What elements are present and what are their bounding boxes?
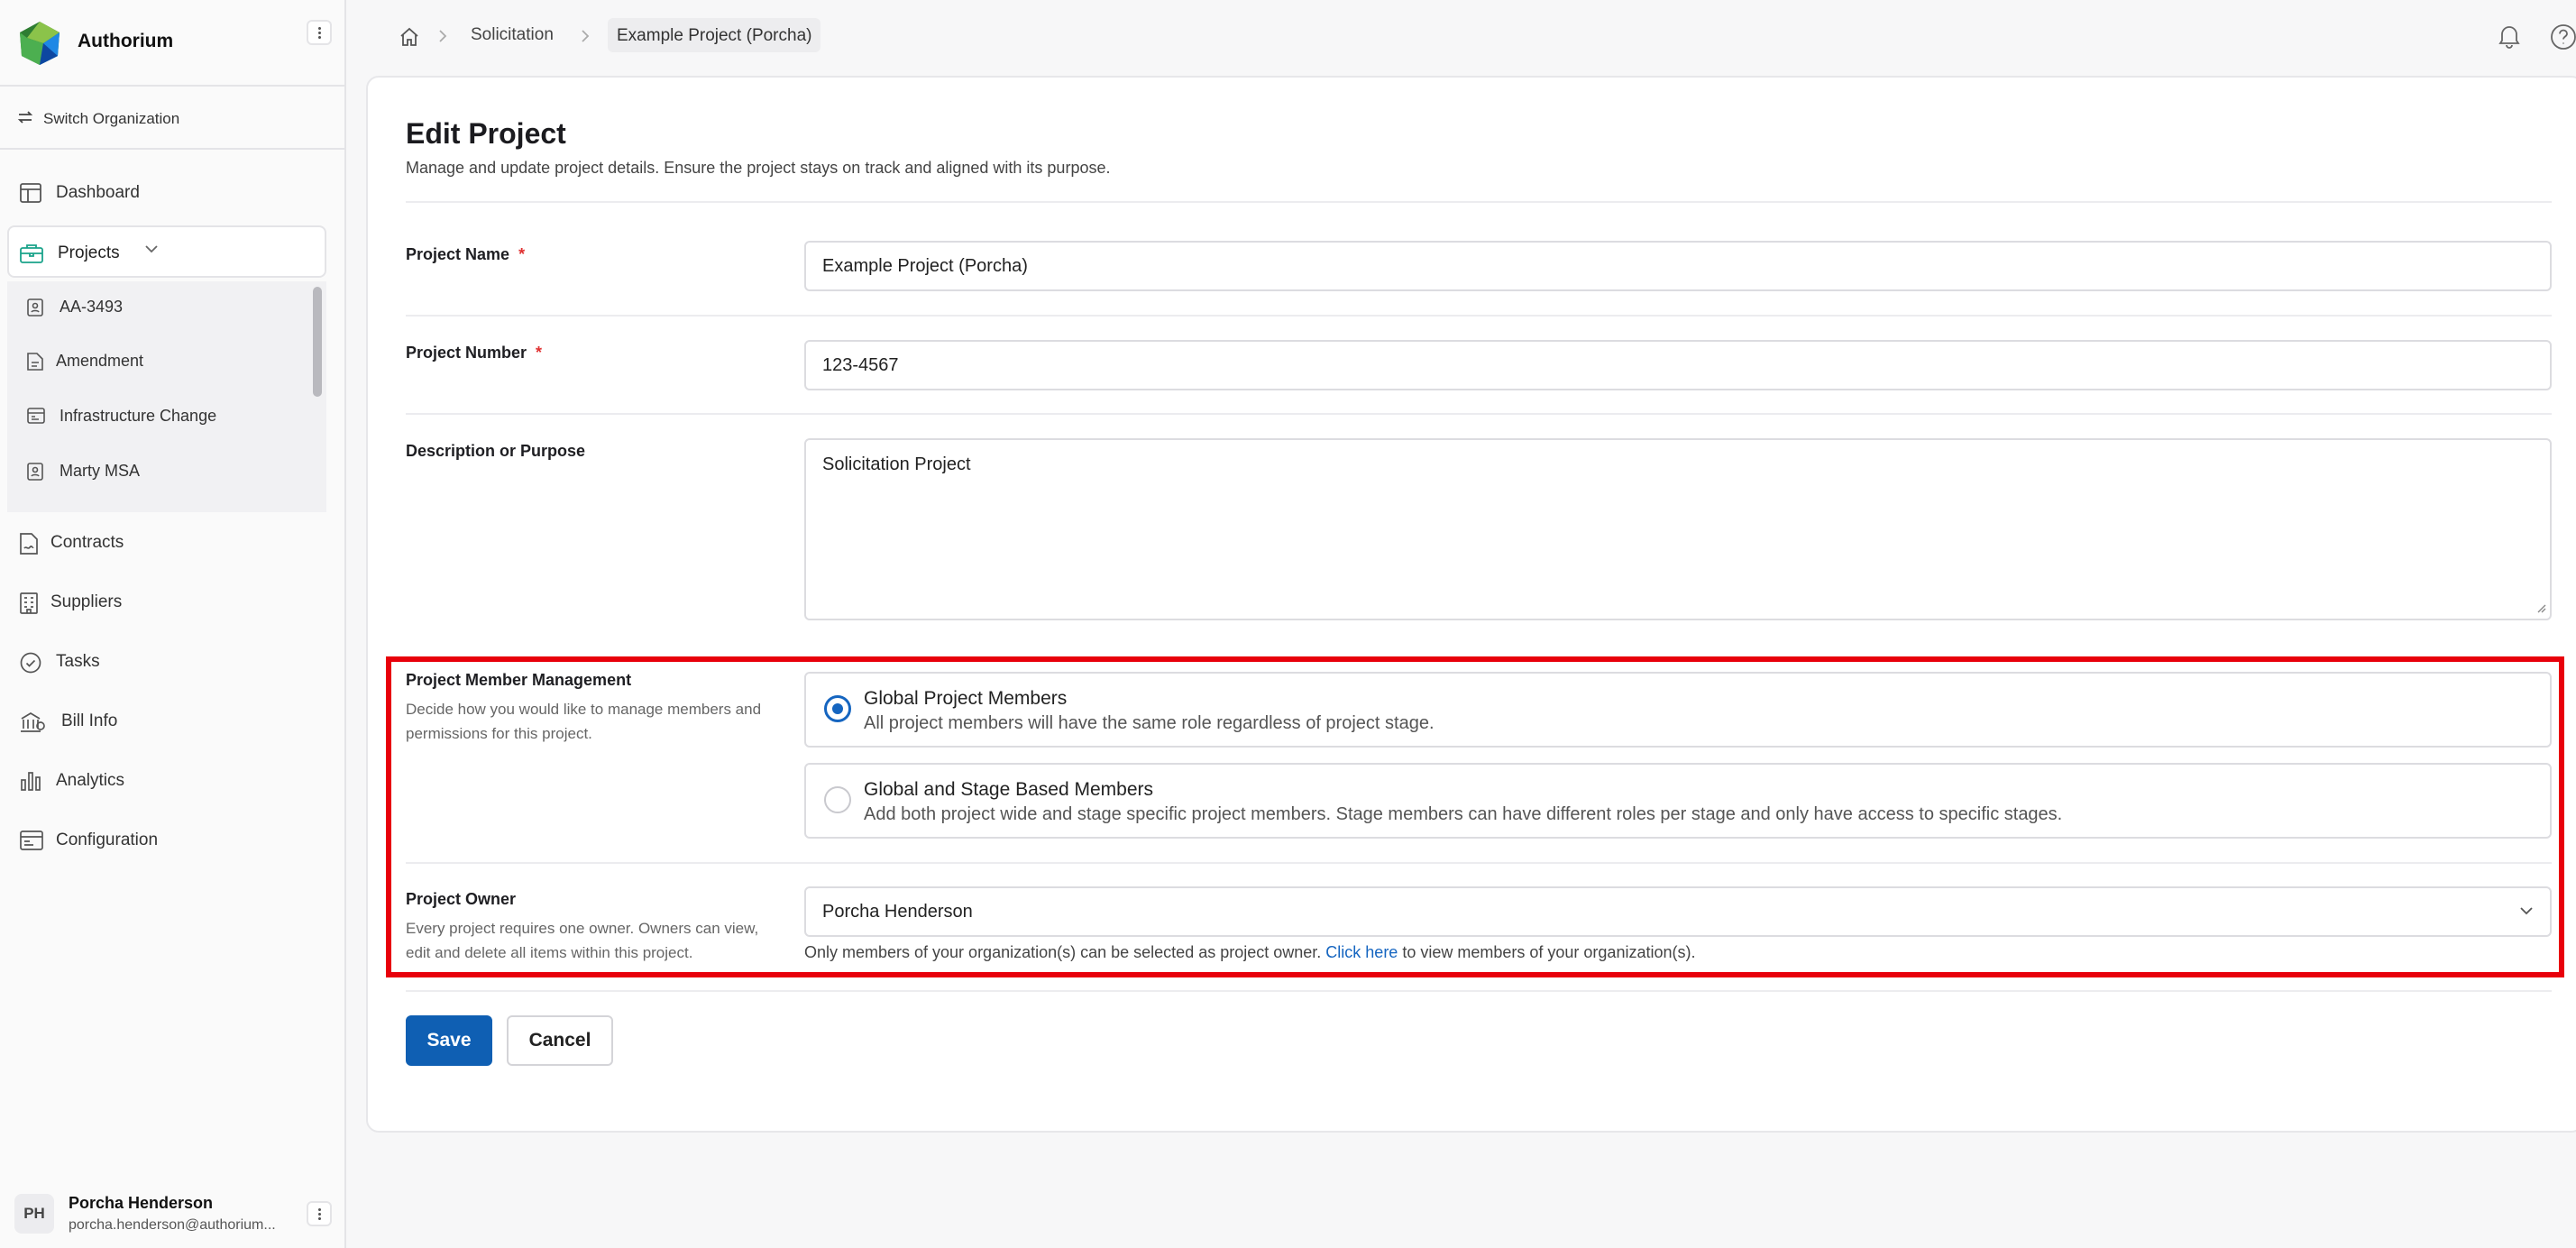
description-textarea[interactable] (804, 438, 2552, 620)
kebab-icon (317, 1207, 321, 1220)
breadcrumb-solicitation[interactable]: Solicitation (471, 25, 554, 45)
view-members-link[interactable]: Click here (1325, 943, 1398, 961)
app-name: Authorium (78, 31, 174, 51)
avatar: PH (14, 1194, 54, 1234)
user-email: porcha.henderson@authorium... (69, 1217, 276, 1233)
sidebar-subitem-amendment[interactable]: Amendment (20, 343, 308, 379)
top-bar: Solicitation Example Project (Porcha) (348, 0, 2576, 76)
project-owner-select[interactable]: Porcha Henderson (804, 886, 2552, 937)
switch-org-label: Switch Organization (43, 110, 180, 127)
sidebar-item-projects[interactable]: Projects (7, 225, 326, 278)
sidebar-subitem-aa-3493[interactable]: AA-3493 (20, 289, 308, 325)
help-icon[interactable] (2550, 23, 2576, 50)
radio-global-members[interactable] (824, 695, 851, 722)
sidebar-subitem-infrastructure-change[interactable]: Infrastructure Change (20, 398, 308, 434)
divider (406, 201, 2552, 203)
switch-organization[interactable]: Switch Organization (0, 87, 344, 150)
divider (406, 990, 2552, 992)
sidebar-item-dashboard[interactable]: Dashboard (7, 167, 326, 219)
home-icon[interactable] (399, 26, 420, 48)
radio-stage-based-members[interactable] (824, 786, 851, 813)
sidebar-item-label: Dashboard (56, 183, 140, 202)
user-profile[interactable]: PH Porcha Henderson porcha.henderson@aut… (0, 1174, 344, 1248)
sidebar-item-label: Projects (58, 243, 120, 262)
sidebar-item-contracts[interactable]: Contracts (7, 517, 326, 569)
user-name: Porcha Henderson (69, 1194, 214, 1212)
document-icon (27, 298, 43, 317)
contract-icon (20, 533, 38, 555)
option-global-members[interactable]: Global Project Members All project membe… (804, 672, 2552, 748)
sidebar-item-tasks[interactable]: Tasks (7, 636, 326, 688)
projects-submenu: AA-3493 Amendment Infrastructure Change … (7, 281, 326, 512)
sidebar-item-analytics[interactable]: Analytics (7, 755, 326, 807)
selected-owner: Porcha Henderson (822, 902, 973, 922)
option-description: Add both project wide and stage specific… (864, 804, 2063, 824)
sidebar-subitem-label: Amendment (56, 352, 144, 370)
briefcase-icon (20, 244, 43, 263)
cancel-button[interactable]: Cancel (507, 1015, 613, 1066)
chevron-down-icon (2520, 907, 2533, 915)
page-subtitle: Manage and update project details. Ensur… (406, 159, 1111, 177)
sidebar: Authorium Switch Organization Dashboard … (0, 0, 346, 1248)
switch-icon (17, 111, 33, 124)
description-label: Description or Purpose (406, 442, 586, 460)
owner-note-text: Only members of your organization(s) can… (804, 943, 1322, 961)
user-menu-button[interactable] (307, 1201, 332, 1226)
option-stage-based-members[interactable]: Global and Stage Based Members Add both … (804, 763, 2552, 839)
owner-note-text: to view members of your organization(s). (1402, 943, 1696, 961)
option-title: Global and Stage Based Members (864, 779, 1154, 800)
sidebar-subitem-label: AA-3493 (60, 298, 124, 316)
building-icon (20, 592, 38, 614)
sidebar-item-label: Suppliers (50, 592, 123, 611)
divider (406, 862, 2552, 864)
save-button[interactable]: Save (406, 1015, 492, 1066)
divider (406, 413, 2552, 415)
option-description: All project members will have the same r… (864, 713, 1435, 733)
sidebar-item-label: Analytics (56, 771, 125, 790)
bar-chart-icon (21, 772, 41, 791)
required-marker: * (518, 245, 526, 263)
divider (406, 315, 2552, 317)
sidebar-item-bill-info[interactable]: Bill Info (7, 695, 326, 748)
sidebar-item-label: Bill Info (61, 711, 118, 730)
member-management-label: Project Member Management (406, 671, 632, 689)
chevron-down-icon[interactable] (144, 243, 159, 254)
project-name-input[interactable]: Example Project (Porcha) (804, 241, 2552, 291)
page-title: Edit Project (406, 117, 566, 150)
sidebar-subitem-marty-msa[interactable]: Marty MSA (20, 453, 308, 489)
dashboard-icon (20, 183, 41, 203)
required-marker: * (536, 344, 543, 362)
chevron-right-icon (439, 30, 447, 42)
sidebar-item-label: Contracts (50, 533, 124, 552)
authorium-logo (20, 22, 60, 65)
bell-icon[interactable] (2498, 23, 2521, 49)
breadcrumb-current: Example Project (Porcha) (608, 18, 821, 52)
check-circle-icon (20, 652, 41, 674)
resize-grip-icon[interactable] (2535, 602, 2546, 613)
sidebar-item-suppliers[interactable]: Suppliers (7, 576, 326, 629)
sidebar-subitem-label: Marty MSA (60, 462, 141, 480)
configuration-icon (20, 830, 43, 850)
sidebar-item-label: Tasks (56, 652, 100, 671)
option-title: Global Project Members (864, 688, 1068, 709)
owner-note: Only members of your organization(s) can… (804, 943, 1695, 962)
form-icon (27, 408, 45, 424)
sidebar-item-label: Configuration (56, 830, 159, 849)
project-name-label: Project Name * (406, 245, 526, 263)
sidebar-subitem-label: Infrastructure Change (60, 407, 217, 425)
member-management-help: Decide how you would like to manage memb… (406, 701, 762, 742)
kebab-icon (317, 26, 321, 39)
project-number-input[interactable]: 123-4567 (804, 340, 2552, 390)
project-number-label: Project Number * (406, 344, 543, 362)
submenu-scrollbar[interactable] (313, 287, 322, 397)
chevron-right-icon (582, 30, 590, 42)
document-icon (27, 463, 43, 481)
org-menu-button[interactable] (307, 20, 332, 45)
bank-icon (21, 712, 45, 732)
project-owner-help: Every project requires one owner. Owners… (406, 920, 759, 961)
sidebar-item-configuration[interactable]: Configuration (7, 814, 326, 867)
file-icon (27, 353, 43, 371)
project-owner-label: Project Owner (406, 890, 517, 908)
brand-header: Authorium (0, 0, 344, 87)
